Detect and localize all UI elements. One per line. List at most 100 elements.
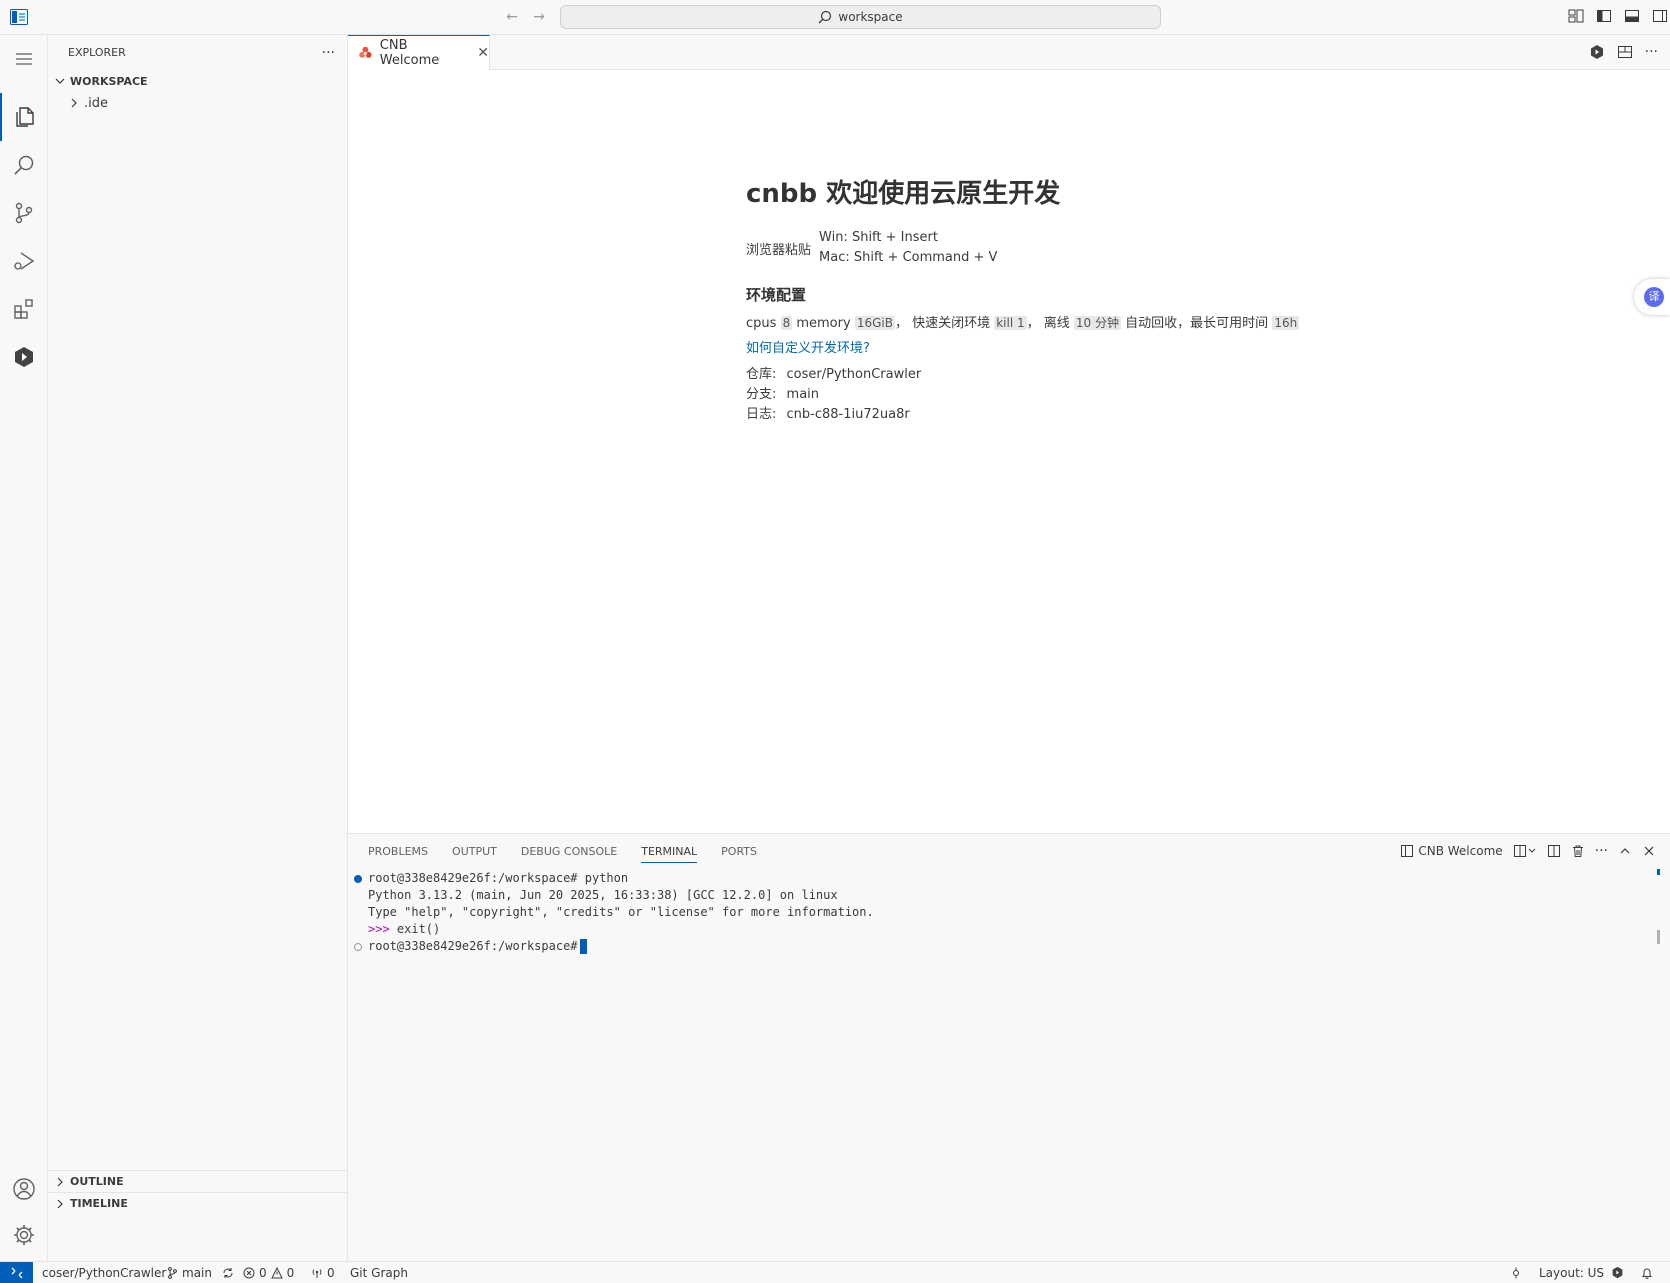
keyboard-layout-text: Layout: US (1539, 1265, 1605, 1280)
maximize-panel-icon[interactable] (1618, 844, 1632, 858)
log-row: 日志: cnb-c88-1iu72ua8r (746, 405, 1306, 425)
app-logo-icon[interactable] (10, 9, 28, 25)
tab-debug-console[interactable]: DEBUG CONSOLE (521, 834, 617, 869)
extensions-icon[interactable] (0, 285, 48, 333)
status-branch[interactable]: main (167, 1262, 234, 1283)
status-repo-text: coser/PythonCrawler (42, 1265, 167, 1280)
timeline-section[interactable]: TIMELINE (48, 1192, 348, 1214)
chevron-right-icon (52, 1174, 68, 1190)
split-terminal-icon[interactable] (1547, 844, 1561, 858)
cnb-icon[interactable] (0, 333, 48, 381)
remote-icon (11, 1267, 22, 1278)
forward-arrow-icon[interactable]: → (530, 8, 548, 26)
settings-gear-icon[interactable] (0, 1211, 48, 1259)
search-icon[interactable] (0, 141, 48, 189)
terminal-line-text: Type "help", "copyright", "credits" or "… (368, 905, 874, 919)
editor-more-actions-button[interactable]: ··· (1645, 44, 1658, 60)
terminal-line: Python 3.13.2 (main, Jun 20 2025, 16:33:… (354, 887, 1644, 904)
terminal-selector[interactable]: CNB Welcome (1400, 844, 1503, 858)
terminal-line: root@338e8429e26f:/workspace# (354, 938, 1644, 955)
outline-section[interactable]: OUTLINE (48, 1170, 348, 1192)
status-repo[interactable]: coser/PythonCrawler (42, 1262, 166, 1283)
terminal-line-text: Python 3.13.2 (main, Jun 20 2025, 16:33:… (368, 888, 838, 902)
terminal-line: Type "help", "copyright", "credits" or "… (354, 904, 1644, 921)
explorer-title: EXPLORER (68, 46, 126, 59)
run-and-debug-icon[interactable] (0, 237, 48, 285)
command-center-search[interactable]: workspace (560, 5, 1161, 29)
python-prompt: >>> (368, 922, 390, 936)
tab-ports[interactable]: PORTS (721, 834, 757, 869)
warning-icon (270, 1266, 283, 1278)
status-warnings-count: 0 (286, 1265, 295, 1280)
sync-icon[interactable] (222, 1267, 234, 1279)
customize-layout-icon[interactable] (1568, 8, 1584, 24)
offline-timeout: 10 分钟 (1073, 316, 1122, 330)
scrollbar-thumb[interactable] (1657, 930, 1660, 944)
chevron-down-icon (52, 73, 68, 89)
status-bar: coser/PythonCrawler main 0 0 0 Git Graph… (0, 1261, 1670, 1283)
terminal-output[interactable]: root@338e8429e26f:/workspace# python Pyt… (354, 870, 1644, 955)
toggle-primary-sidebar-icon[interactable] (1596, 8, 1612, 24)
back-arrow-icon[interactable]: ← (503, 8, 521, 26)
tab-problems[interactable]: PROBLEMS (368, 834, 428, 869)
menu-icon[interactable] (0, 35, 48, 83)
command-center-text: workspace (838, 10, 903, 24)
close-icon[interactable]: ✕ (477, 45, 489, 61)
cnb-action-icon[interactable] (1589, 44, 1605, 60)
status-git-graph[interactable]: Git Graph (350, 1262, 408, 1283)
status-location-icon[interactable] (1510, 1262, 1522, 1283)
paste-mac-shortcut: Mac: Shift + Command + V (819, 250, 998, 265)
tree-item-ide-folder[interactable]: .ide (48, 92, 347, 114)
chevron-right-icon (52, 1196, 68, 1212)
welcome-content: cnbb 欢迎使用云原生开发 浏览器粘贴 Win: Shift + Insert… (746, 173, 1306, 425)
panel-more-actions-button[interactable]: ··· (1595, 843, 1608, 859)
title-bar: ← → workspace (0, 0, 1670, 35)
kill-command: kill 1 (994, 316, 1027, 330)
activity-bar (0, 35, 48, 1261)
tab-cnb-welcome[interactable]: CNB Welcome ✕ (348, 35, 490, 70)
explorer-header: EXPLORER ··· (48, 35, 347, 70)
terminal-cursor (579, 939, 587, 954)
toggle-secondary-sidebar-icon[interactable] (1652, 8, 1668, 24)
accounts-icon[interactable] (0, 1165, 48, 1213)
tab-terminal[interactable]: TERMINAL (641, 834, 697, 869)
git-branch-icon (168, 1266, 177, 1279)
cnb-status-icon (1612, 1266, 1623, 1279)
tab-output[interactable]: OUTPUT (452, 834, 497, 869)
bell-icon (1642, 1268, 1652, 1279)
panel-actions: CNB Welcome ··· (1400, 843, 1656, 859)
env-config-line: cpus 8 memory 16GiB， 快速关闭环境 kill 1， 离线 1… (746, 313, 1306, 334)
explorer-sidebar: EXPLORER ··· WORKSPACE .ide OUTLINE TIME… (48, 35, 348, 1261)
close-panel-icon[interactable] (1642, 844, 1656, 858)
source-control-icon[interactable] (0, 189, 48, 237)
workspace-section-header[interactable]: WORKSPACE (48, 70, 347, 92)
command-success-dot-icon (354, 874, 362, 883)
explorer-icon[interactable] (0, 93, 48, 141)
split-editor-icon[interactable] (1617, 44, 1633, 60)
terminal-layout-icon (1401, 845, 1414, 857)
trash-icon[interactable] (1571, 844, 1585, 858)
translate-floating-button[interactable]: 译 (1634, 279, 1670, 315)
status-keyboard-layout[interactable]: Layout: US (1539, 1262, 1604, 1283)
status-ports-count: 0 (327, 1265, 335, 1280)
toggle-panel-icon[interactable] (1624, 8, 1640, 24)
translate-icon-text: 译 (1648, 290, 1660, 303)
terminal-name: CNB Welcome (1418, 844, 1503, 858)
workspace-label: WORKSPACE (70, 74, 148, 88)
branch-value: main (786, 387, 820, 402)
offline-label: ， 离线 (1026, 316, 1070, 331)
customize-env-link[interactable]: 如何自定义开发环境? (746, 339, 1306, 359)
remote-indicator[interactable] (0, 1262, 33, 1283)
command-pending-dot-icon (354, 942, 362, 951)
paste-win-shortcut: Win: Shift + Insert (819, 230, 938, 245)
status-cnb[interactable] (1611, 1262, 1624, 1283)
new-terminal-dropdown-icon[interactable] (1513, 844, 1537, 858)
status-ports[interactable]: 0 (311, 1262, 335, 1283)
status-problems[interactable]: 0 0 (243, 1262, 294, 1283)
explorer-more-actions-button[interactable]: ··· (322, 45, 335, 61)
env-config-heading: 环境配置 (746, 286, 807, 304)
memory-value: 16GiB (854, 316, 895, 330)
editor-area: cnbb 欢迎使用云原生开发 浏览器粘贴 Win: Shift + Insert… (348, 70, 1670, 833)
folder-name: .ide (84, 95, 108, 111)
status-notifications[interactable] (1641, 1262, 1653, 1283)
